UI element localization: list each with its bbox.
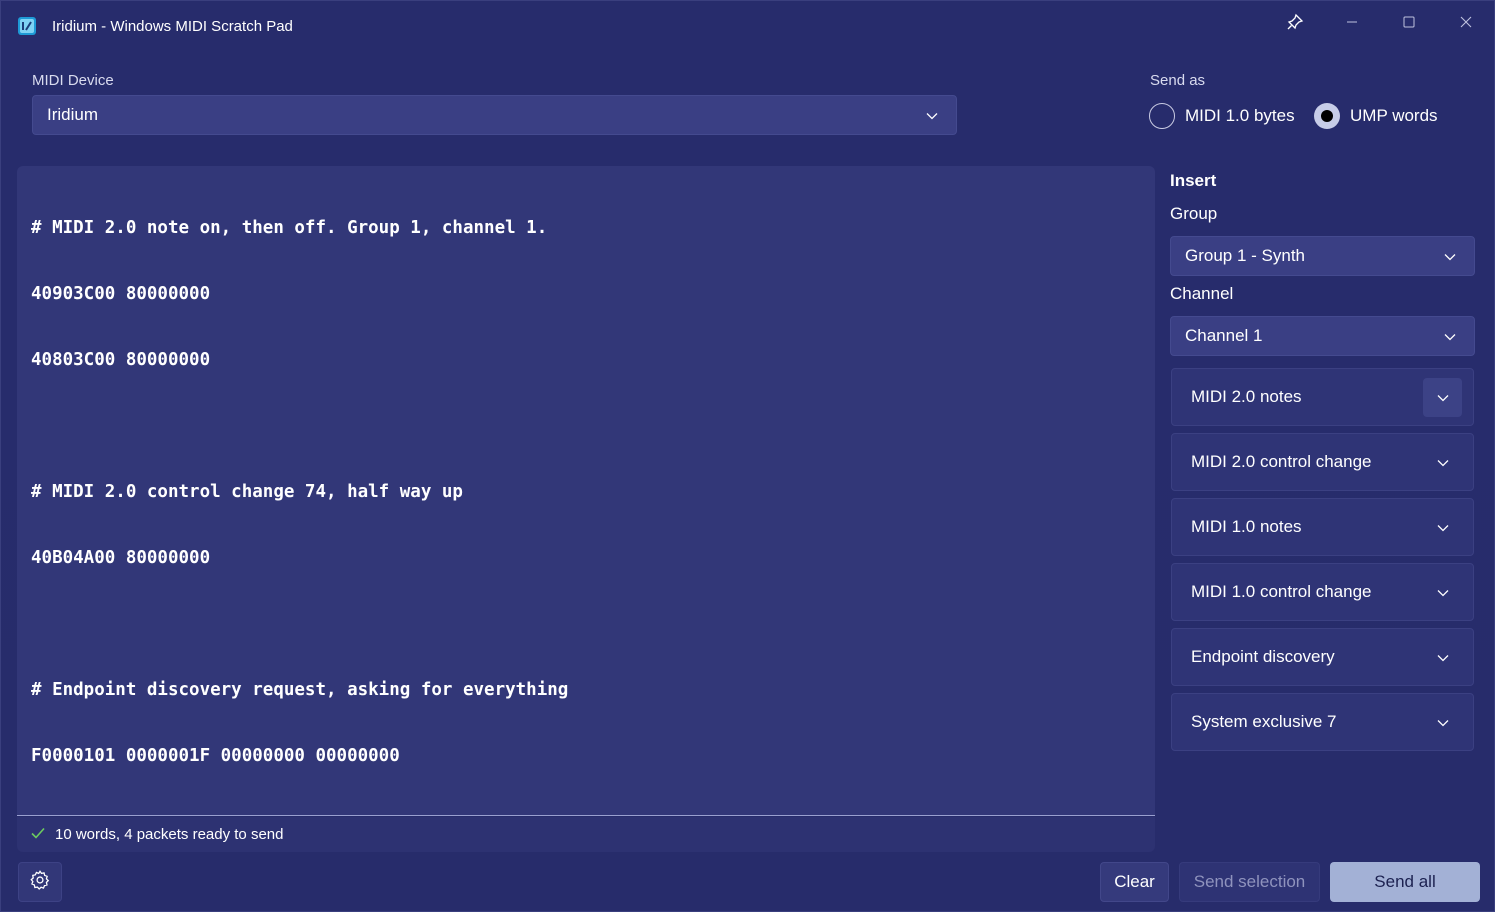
expander-label: MIDI 2.0 notes [1191, 387, 1302, 406]
editor-line: 40B04A00 80000000 [31, 548, 211, 568]
settings-button[interactable] [18, 862, 62, 902]
radio-circle-checked[interactable] [1314, 103, 1340, 129]
editor-line: # Endpoint discovery request, asking for… [31, 680, 569, 700]
group-label: Group [1170, 204, 1218, 223]
checkmark-icon [31, 826, 45, 843]
channel-label: Channel [1170, 284, 1234, 303]
clear-button[interactable]: Clear [1100, 862, 1169, 902]
expander-label: MIDI 1.0 notes [1191, 517, 1302, 536]
radio-ump-words-label: UMP words [1350, 106, 1438, 125]
window-title: Iridium - Windows MIDI Scratch Pad [52, 18, 293, 35]
editor-line: # MIDI 2.0 note on, then off. Group 1, c… [31, 218, 548, 238]
editor-line: # MIDI 2.0 control change 74, half way u… [31, 482, 463, 502]
app-window: Iridium - Windows MIDI Scratch Pad MIDI … [0, 0, 1495, 912]
send-as-label: Send as [1150, 72, 1206, 89]
expander-label: System exclusive 7 [1191, 712, 1337, 731]
status-bar: 10 words, 4 packets ready to send [17, 817, 1155, 852]
expander-midi1-notes[interactable]: MIDI 1.0 notes [1171, 498, 1474, 556]
maximize-icon[interactable] [1389, 7, 1429, 37]
chevron-down-icon[interactable] [1423, 573, 1462, 612]
radio-ump-words[interactable]: UMP words [1314, 103, 1438, 129]
insert-title: Insert [1170, 171, 1217, 190]
group-value: Group 1 - Synth [1185, 246, 1306, 265]
midi-device-dropdown[interactable]: Iridium [32, 95, 957, 135]
status-text: 10 words, 4 packets ready to send [55, 826, 284, 843]
pin-icon[interactable] [1275, 7, 1315, 37]
radio-midi1-bytes-label: MIDI 1.0 bytes [1185, 106, 1295, 125]
title-bar: Iridium - Windows MIDI Scratch Pad [1, 1, 1494, 53]
send-all-button[interactable]: Send all [1330, 862, 1480, 902]
expander-label: MIDI 2.0 control change [1191, 452, 1372, 471]
expander-midi2-control-change[interactable]: MIDI 2.0 control change [1171, 433, 1474, 491]
chevron-down-icon[interactable] [1423, 703, 1462, 742]
message-editor[interactable]: # MIDI 2.0 note on, then off. Group 1, c… [17, 166, 1155, 816]
chevron-down-icon [1444, 246, 1456, 266]
app-icon [17, 16, 37, 36]
midi-device-value: Iridium [47, 105, 99, 124]
midi-device-label: MIDI Device [32, 72, 114, 89]
radio-midi1-bytes[interactable]: MIDI 1.0 bytes [1149, 103, 1295, 129]
expander-endpoint-discovery[interactable]: Endpoint discovery [1171, 628, 1474, 686]
channel-value: Channel 1 [1185, 326, 1263, 345]
minimize-icon[interactable] [1332, 7, 1372, 37]
chevron-down-icon[interactable] [1423, 443, 1462, 482]
send-selection-button[interactable]: Send selection [1179, 862, 1320, 902]
expander-label: Endpoint discovery [1191, 647, 1335, 666]
expander-label: MIDI 1.0 control change [1191, 582, 1372, 601]
expander-midi2-notes[interactable]: MIDI 2.0 notes [1171, 368, 1474, 426]
gear-icon [29, 869, 51, 896]
editor-line: 40903C00 80000000 [31, 284, 211, 304]
chevron-down-icon[interactable] [1423, 638, 1462, 677]
radio-circle[interactable] [1149, 103, 1175, 129]
chevron-down-icon [1444, 326, 1456, 346]
expander-system-exclusive-7[interactable]: System exclusive 7 [1171, 693, 1474, 751]
group-dropdown[interactable]: Group 1 - Synth [1170, 236, 1475, 276]
expander-midi1-control-change[interactable]: MIDI 1.0 control change [1171, 563, 1474, 621]
channel-dropdown[interactable]: Channel 1 [1170, 316, 1475, 356]
close-icon[interactable] [1446, 7, 1486, 37]
editor-line: 40803C00 80000000 [31, 350, 211, 370]
chevron-down-icon [926, 105, 938, 125]
chevron-down-icon[interactable] [1423, 378, 1462, 417]
editor-line: F0000101 0000001F 00000000 00000000 [31, 746, 400, 766]
chevron-down-icon[interactable] [1423, 508, 1462, 547]
